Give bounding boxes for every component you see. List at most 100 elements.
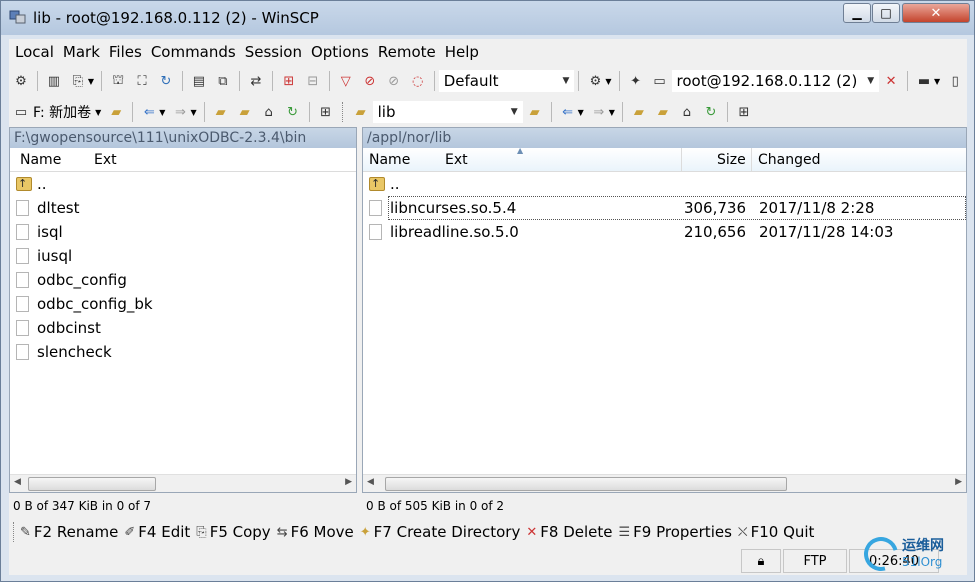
scroll-right-icon[interactable]: ▶ (345, 477, 352, 487)
remote-col-name[interactable]: Name (369, 148, 410, 172)
compare-icon[interactable]: ▥ (44, 71, 64, 91)
select-icon[interactable]: ⊘ (360, 71, 380, 91)
scroll-thumb[interactable] (385, 477, 787, 491)
move-button[interactable]: ⇆ F6 Move (277, 523, 354, 541)
properties-button[interactable]: ☰ F9 Properties (619, 523, 732, 541)
chevron-down-icon[interactable]: ▼ (609, 108, 615, 117)
new-session-icon[interactable]: ✦ (626, 71, 646, 91)
remote-horizontal-scrollbar[interactable]: ◀ ▶ (363, 474, 966, 492)
remote-file-list[interactable]: .. libncurses.so.5.4 306,736 2017/11/8 2… (363, 172, 966, 244)
minimize-button[interactable]: ▁ (843, 3, 871, 23)
preferences-gear-icon[interactable]: ⚙ (11, 71, 31, 91)
remove-mask-icon[interactable]: ⊟ (303, 71, 323, 91)
remote-col-changed[interactable]: Changed (758, 148, 821, 172)
add-mask-icon[interactable]: ⊞ (279, 71, 299, 91)
remote-parent-dir-icon[interactable]: ▰ (629, 102, 649, 122)
title-bar[interactable]: lib - root@192.168.0.112 (2) - WinSCP ▁ … (1, 1, 974, 35)
list-item[interactable]: odbcinst (10, 316, 356, 340)
list-item[interactable]: odbc_config (10, 268, 356, 292)
scroll-left-icon[interactable]: ◀ (367, 477, 374, 487)
local-drive-combo[interactable]: F: 新加卷 ▼ (33, 102, 104, 122)
filter-icon[interactable]: ▽ (336, 71, 356, 91)
local-file-list[interactable]: .. dltest isql iusql odbc_config odbc_co… (10, 172, 356, 364)
remote-root-dir-icon[interactable]: ▰ (653, 102, 673, 122)
menu-local[interactable]: Local (15, 43, 54, 61)
list-item[interactable]: odbc_config_bk (10, 292, 356, 316)
disconnect-icon[interactable]: ✕ (881, 71, 901, 91)
refresh-icon[interactable]: ↻ (156, 71, 176, 91)
local-tree-icon[interactable]: ⊞ (316, 102, 336, 122)
quit-button[interactable]: ⛌ F10 Quit (738, 523, 815, 541)
scroll-right-icon[interactable]: ▶ (955, 477, 962, 487)
local-back-icon[interactable]: ⇐ (139, 102, 159, 122)
menu-files[interactable]: Files (109, 43, 142, 61)
maximize-button[interactable]: □ (872, 3, 900, 23)
invert-selection-icon[interactable]: ◌ (408, 71, 428, 91)
menu-mark[interactable]: Mark (63, 43, 100, 61)
scroll-left-icon[interactable]: ◀ (14, 477, 21, 487)
queue-icon[interactable]: ⛫ (108, 71, 128, 91)
chevron-down-icon[interactable]: ▼ (605, 77, 611, 86)
remote-col-ext[interactable]: Ext (445, 148, 468, 172)
transfer-options-icon[interactable]: ⚙ (585, 71, 605, 91)
menu-help[interactable]: Help (445, 43, 479, 61)
transfer-queue-icon[interactable]: ⇄ (246, 71, 266, 91)
list-item[interactable]: .. (10, 172, 356, 196)
chevron-down-icon[interactable]: ▼ (159, 108, 165, 117)
unselect-icon[interactable]: ⊘ (384, 71, 404, 91)
putty-icon[interactable]: ⧉ (213, 71, 233, 91)
local-root-dir-icon[interactable]: ▰ (235, 102, 255, 122)
synchronize-icon[interactable]: ⎘ (68, 71, 88, 91)
column-divider[interactable] (681, 148, 682, 172)
list-item[interactable]: slencheck (10, 340, 356, 364)
list-item-focused[interactable]: libncurses.so.5.4 306,736 2017/11/8 2:28 (369, 196, 966, 220)
local-forward-icon[interactable]: ⇒ (170, 102, 190, 122)
chevron-down-icon[interactable]: ▼ (88, 77, 94, 86)
rename-button[interactable]: ✎ F2 Rename (20, 523, 118, 541)
column-divider[interactable] (751, 148, 752, 172)
remote-home-icon[interactable]: ⌂ (677, 102, 697, 122)
remote-path[interactable]: /appl/nor/lib (363, 128, 966, 148)
menu-remote[interactable]: Remote (378, 43, 436, 61)
local-parent-dir-icon[interactable]: ▰ (211, 102, 231, 122)
remote-dir-combo[interactable]: lib ▼ (372, 101, 523, 123)
chevron-down-icon[interactable]: ▼ (190, 108, 196, 117)
list-item[interactable]: isql (10, 220, 356, 244)
menu-session[interactable]: Session (245, 43, 302, 61)
remote-back-icon[interactable]: ⇐ (558, 102, 578, 122)
menu-commands[interactable]: Commands (151, 43, 236, 61)
remote-forward-icon[interactable]: ⇒ (589, 102, 609, 122)
terminal-icon[interactable]: ▤ (189, 71, 209, 91)
workspace-icon[interactable]: ▬ (914, 71, 934, 91)
local-home-icon[interactable]: ⌂ (259, 102, 279, 122)
list-item[interactable]: dltest (10, 196, 356, 220)
session-combo[interactable]: root@192.168.0.112 (2) ▼ (671, 70, 880, 92)
remote-open-folder-icon[interactable]: ▰ (525, 102, 545, 122)
remote-col-size[interactable]: Size (717, 148, 746, 172)
open-folder-icon[interactable]: ▰ (106, 102, 126, 122)
local-horizontal-scrollbar[interactable]: ◀ ▶ (10, 474, 356, 492)
close-button[interactable]: ✕ (902, 3, 970, 23)
remote-refresh-icon[interactable]: ↻ (701, 102, 721, 122)
chevron-down-icon[interactable]: ▼ (578, 108, 584, 117)
local-refresh-icon[interactable]: ↻ (283, 102, 303, 122)
copy-button[interactable]: ⎘ F5 Copy (196, 523, 270, 541)
chevron-down-icon[interactable]: ▼ (934, 77, 940, 86)
local-col-name[interactable]: Name (20, 148, 61, 172)
list-item[interactable]: iusql (10, 244, 356, 268)
winscp-window: lib - root@192.168.0.112 (2) - WinSCP ▁ … (0, 0, 975, 582)
create-directory-button[interactable]: ✦ F7 Create Directory (360, 523, 521, 541)
find-files-icon[interactable]: ⛶ (132, 71, 152, 91)
edit-button[interactable]: ✐ F4 Edit (124, 523, 190, 541)
scroll-thumb[interactable] (28, 477, 156, 491)
local-col-ext[interactable]: Ext (94, 148, 117, 172)
transfer-settings-combo[interactable]: Default ▼ (438, 70, 575, 92)
menu-options[interactable]: Options (311, 43, 369, 61)
local-path[interactable]: F:\gwopensource\111\unixODBC-2.3.4\bin (10, 128, 356, 148)
site-manager-icon[interactable]: ▭ (650, 71, 670, 91)
toolbar-options-icon[interactable]: ▯ (945, 71, 965, 91)
remote-tree-icon[interactable]: ⊞ (734, 102, 754, 122)
list-item[interactable]: libreadline.so.5.0 210,656 2017/11/28 14… (363, 220, 966, 244)
list-item[interactable]: .. (363, 172, 966, 196)
delete-button[interactable]: ✕ F8 Delete (526, 523, 612, 541)
